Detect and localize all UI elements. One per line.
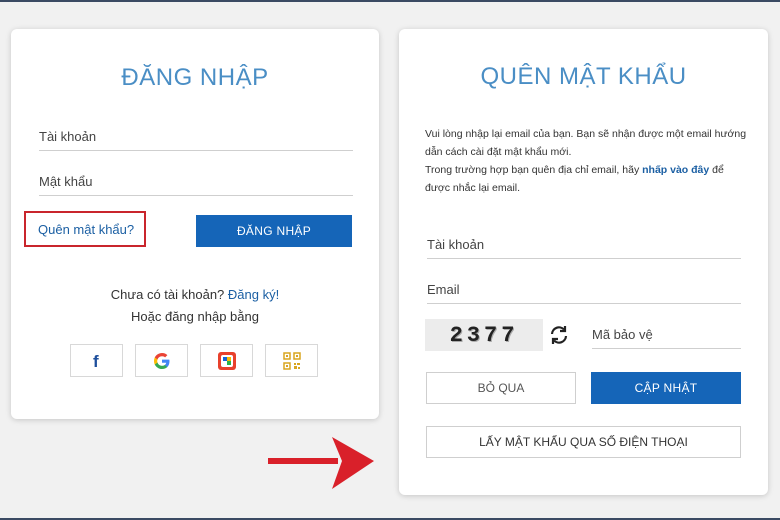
info-paragraph-2: Trong trường hợp bạn quên địa chỉ email,… <box>425 161 750 197</box>
forgot-email-input[interactable] <box>427 282 741 304</box>
google-login-button[interactable] <box>135 344 188 377</box>
facebook-icon: f <box>93 352 99 370</box>
get-password-via-phone-button[interactable]: LẤY MẬT KHẨU QUA SỐ ĐIỆN THOẠI <box>426 426 741 458</box>
forgot-account-input[interactable] <box>427 237 741 259</box>
security-code-input[interactable] <box>592 327 741 349</box>
forgot-password-info: Vui lòng nhập lại email của bạn. Bạn sẽ … <box>425 125 750 197</box>
login-button[interactable]: ĐĂNG NHẬP <box>196 215 352 247</box>
skip-button[interactable]: BỎ QUA <box>426 372 576 404</box>
forgot-password-card: QUÊN MẬT KHẨU Vui lòng nhập lại email củ… <box>399 29 768 495</box>
info-prefix: Trong trường hợp bạn quên địa chỉ email,… <box>425 164 640 176</box>
login-account-input[interactable] <box>39 129 353 151</box>
register-prompt: Chưa có tài khoản? Đăng ký! <box>11 287 379 302</box>
or-login-with-text: Hoặc đăng nhập bằng <box>131 309 259 324</box>
forgot-password-link[interactable]: Quên mật khẩu? <box>38 222 134 237</box>
refresh-captcha-icon[interactable] <box>547 323 571 347</box>
forgot-password-title: QUÊN MẬT KHẨU <box>480 63 687 90</box>
qr-login-button[interactable] <box>265 344 318 377</box>
qr-code-icon <box>282 351 301 370</box>
register-link[interactable]: Đăng ký! <box>228 287 279 302</box>
red-arrow-icon <box>268 437 374 489</box>
google-icon <box>153 352 169 369</box>
captcha-image: 2377 <box>425 319 543 351</box>
facebook-login-button[interactable]: f <box>70 344 123 377</box>
update-button[interactable]: CẬP NHẬT <box>591 372 741 404</box>
svg-text:f: f <box>93 352 99 370</box>
click-here-link[interactable]: nhấp vào đây <box>642 164 709 176</box>
info-paragraph-1: Vui lòng nhập lại email của bạn. Bạn sẽ … <box>425 128 747 158</box>
top-border <box>0 0 780 2</box>
no-account-text: Chưa có tài khoản? <box>110 287 225 302</box>
login-password-input[interactable] <box>39 174 353 196</box>
login-title: ĐĂNG NHẬP <box>121 64 269 91</box>
zalo-icon <box>217 351 236 370</box>
zalo-login-button[interactable] <box>200 344 253 377</box>
login-card: ĐĂNG NHẬP Quên mật khẩu? ĐĂNG NHẬP Chưa … <box>11 29 379 419</box>
